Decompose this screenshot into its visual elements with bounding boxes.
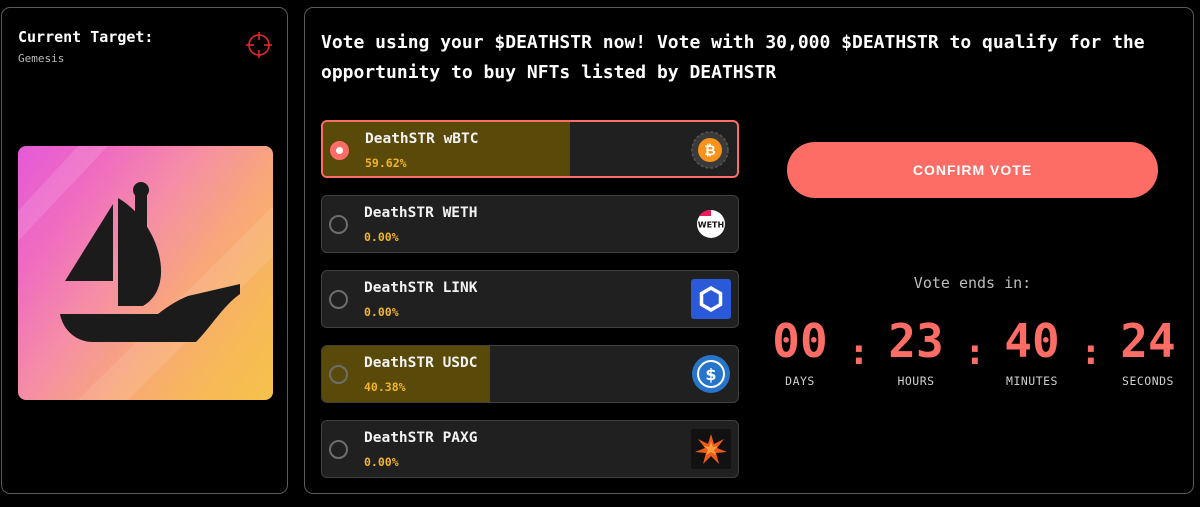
usdc-icon: $ [691, 354, 731, 394]
option-percent: 59.62% [365, 156, 407, 170]
radio-button[interactable] [329, 365, 348, 384]
target-panel: Current Target: Gemesis [1, 7, 288, 494]
vote-option-usdc[interactable]: DeathSTR USDC 40.38% $ [321, 345, 739, 403]
option-name: DeathSTR wBTC [365, 131, 479, 147]
bitcoin-icon: ₿ [690, 130, 730, 170]
weth-icon: WETH [691, 204, 731, 244]
option-name: DeathSTR WETH [364, 205, 478, 221]
svg-text:WETH: WETH [698, 221, 724, 230]
vote-panel: Vote using your $DEATHSTR now! Vote with… [304, 7, 1194, 494]
countdown-hours: 23 HOURS [876, 314, 956, 388]
radio-button[interactable] [330, 141, 349, 160]
vote-options-list: DeathSTR wBTC 59.62% ₿ DeathSTR WETH 0.0… [321, 120, 739, 495]
minutes-label: MINUTES [1006, 374, 1058, 388]
countdown-separator: : [1080, 332, 1102, 373]
confirm-vote-button[interactable]: CONFIRM VOTE [787, 142, 1158, 198]
vote-heading: Vote using your $DEATHSTR now! Vote with… [321, 32, 1145, 83]
crosshair-icon [246, 32, 272, 58]
countdown-minutes: 40 MINUTES [992, 314, 1072, 388]
minutes-value: 40 [1004, 314, 1060, 368]
vote-option-paxg[interactable]: DeathSTR PAXG 0.00% [321, 420, 739, 478]
vote-option-link[interactable]: DeathSTR LINK 0.00% [321, 270, 739, 328]
chainlink-icon [691, 279, 731, 319]
vote-option-weth[interactable]: DeathSTR WETH 0.00% WETH [321, 195, 739, 253]
option-name: DeathSTR PAXG [364, 430, 478, 446]
seconds-value: 24 [1120, 314, 1176, 368]
seconds-label: SECONDS [1122, 374, 1174, 388]
option-percent: 0.00% [364, 455, 399, 469]
radio-button[interactable] [329, 440, 348, 459]
countdown-days: 00 DAYS [760, 314, 840, 388]
svg-text:$: $ [705, 365, 716, 384]
vote-option-wbtc[interactable]: DeathSTR wBTC 59.62% ₿ [321, 120, 739, 178]
countdown-separator: : [964, 332, 986, 373]
radio-button[interactable] [329, 290, 348, 309]
days-value: 00 [772, 314, 828, 368]
current-target-label: Current Target: [18, 28, 154, 46]
option-percent: 0.00% [364, 230, 399, 244]
target-name: Gemesis [18, 52, 65, 65]
days-label: DAYS [785, 374, 815, 388]
vote-ends-label: Vote ends in: [913, 274, 1032, 292]
countdown-seconds: 24 SECONDS [1108, 314, 1188, 388]
svg-text:₿: ₿ [704, 143, 715, 159]
option-name: DeathSTR USDC [364, 355, 478, 371]
radio-button[interactable] [329, 215, 348, 234]
option-name: DeathSTR LINK [364, 280, 478, 296]
countdown-timer: 00 DAYS : 23 HOURS : 40 MINUTES : 24 SEC… [760, 314, 1190, 394]
hours-value: 23 [888, 314, 944, 368]
hours-label: HOURS [897, 374, 935, 388]
countdown-separator: : [848, 332, 870, 373]
option-percent: 40.38% [364, 380, 406, 394]
option-percent: 0.00% [364, 305, 399, 319]
paxg-icon [691, 429, 731, 469]
opensea-ship-icon [18, 146, 273, 400]
target-artwork [18, 146, 273, 400]
